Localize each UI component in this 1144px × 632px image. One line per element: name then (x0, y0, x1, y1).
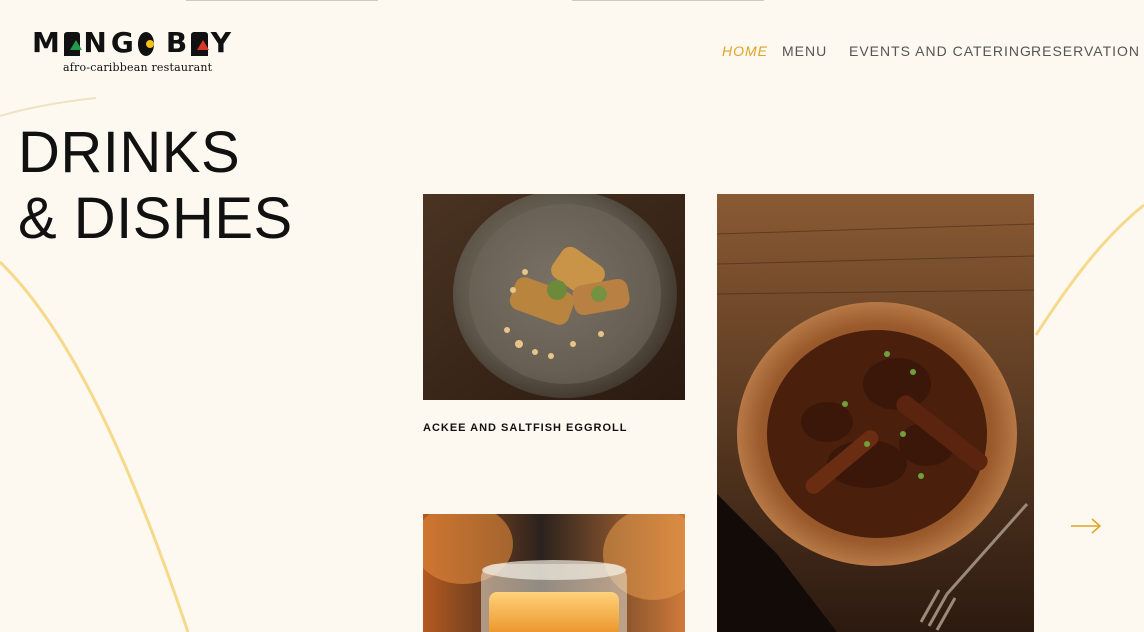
dish-caption[interactable]: ACKEE AND SALTFISH EGGROLL (423, 422, 627, 434)
page-title: DRINKS & DISHES (18, 120, 293, 252)
arrow-right-icon[interactable] (1070, 516, 1102, 536)
orange-cocktail-photo[interactable] (423, 514, 685, 632)
page-title-line1: DRINKS (18, 120, 241, 185)
nav-item-menu[interactable]: MENU (782, 43, 827, 59)
top-divider (572, 0, 764, 1)
brand-tagline: afro-caribbean restaurant (63, 61, 213, 74)
nav-item-events-and-catering[interactable]: EVENTS AND CATERING (849, 43, 1032, 59)
page-title-line2: & DISHES (18, 186, 293, 251)
eggroll-dish-photo[interactable] (423, 194, 685, 400)
stewed-meat-bowl-photo[interactable] (717, 194, 1034, 632)
main-nav: HOME MENU EVENTS AND CATERING RESERVATIO… (0, 43, 1144, 61)
nav-item-reservation[interactable]: RESERVATION (1031, 43, 1140, 59)
top-divider (186, 0, 378, 1)
nav-item-home[interactable]: HOME (722, 43, 768, 59)
